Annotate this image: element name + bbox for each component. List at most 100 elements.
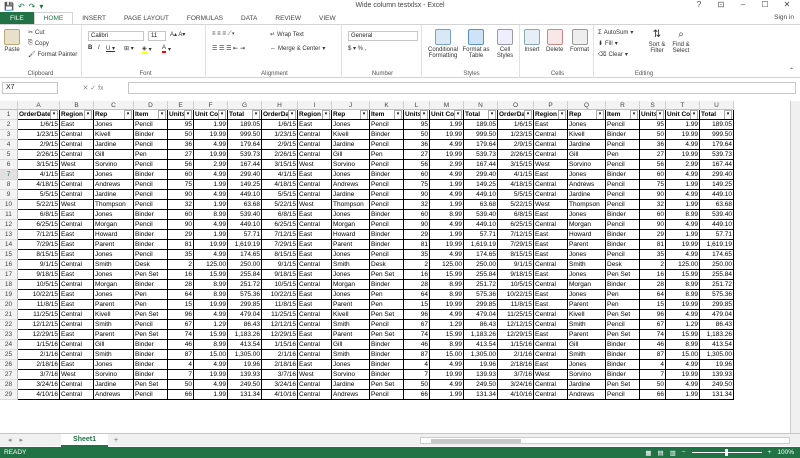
row-header[interactable]: 26 — [0, 360, 18, 370]
font-color-icon[interactable]: A ▾ — [162, 45, 171, 53]
header-cell[interactable]: Region — [534, 110, 568, 120]
data-cell[interactable]: East — [60, 240, 94, 250]
tab-page-layout[interactable]: PAGE LAYOUT — [115, 12, 178, 24]
header-cell[interactable]: Total — [464, 110, 498, 120]
data-cell[interactable]: East — [534, 230, 568, 240]
data-cell[interactable]: Howard — [568, 230, 606, 240]
data-cell[interactable]: Central — [60, 130, 94, 140]
data-cell[interactable]: 96 — [640, 310, 666, 320]
data-cell[interactable]: Parent — [332, 330, 370, 340]
data-cell[interactable]: Pencil — [134, 180, 168, 190]
bold-button[interactable]: B — [88, 45, 92, 51]
zoom-slider[interactable] — [691, 449, 762, 456]
data-cell[interactable]: 63.68 — [700, 200, 734, 210]
data-cell[interactable]: 539.40 — [700, 210, 734, 220]
tab-view[interactable]: VIEW — [310, 12, 345, 24]
conditional-formatting-button[interactable]: Conditional Formatting — [426, 29, 460, 59]
data-cell[interactable]: Central — [534, 320, 568, 330]
number-format-select[interactable]: General — [348, 31, 418, 41]
data-cell[interactable]: Andrews — [568, 180, 606, 190]
data-cell[interactable]: Jones — [332, 290, 370, 300]
data-cell[interactable]: 189.05 — [700, 120, 734, 130]
data-cell[interactable]: Pen Set — [134, 310, 168, 320]
header-cell[interactable]: Rep — [94, 110, 134, 120]
data-cell[interactable]: 5/22/15 — [262, 200, 298, 210]
data-cell[interactable]: 250.00 — [700, 260, 734, 270]
row-header[interactable]: 7 — [0, 170, 18, 180]
row-header[interactable]: 14 — [0, 240, 18, 250]
data-cell[interactable]: 8/15/15 — [498, 250, 534, 260]
data-cell[interactable]: 50 — [168, 130, 194, 140]
data-cell[interactable]: 1,619.19 — [464, 240, 498, 250]
data-cell[interactable]: Sorvino — [94, 370, 134, 380]
data-cell[interactable]: 1/6/15 — [498, 120, 534, 130]
data-cell[interactable]: 167.44 — [228, 160, 262, 170]
data-cell[interactable]: Jardine — [332, 380, 370, 390]
data-cell[interactable]: Pen — [606, 150, 640, 160]
data-cell[interactable]: 95 — [640, 120, 666, 130]
data-cell[interactable]: 189.05 — [464, 120, 498, 130]
name-box[interactable]: X7 — [2, 82, 58, 94]
data-cell[interactable]: 4.99 — [430, 250, 464, 260]
data-cell[interactable]: 9/1/15 — [262, 260, 298, 270]
format-as-table-button[interactable]: Format as Table — [462, 29, 490, 59]
row-header[interactable]: 19 — [0, 290, 18, 300]
row-header[interactable]: 8 — [0, 180, 18, 190]
data-cell[interactable]: Morgan — [332, 280, 370, 290]
data-cell[interactable]: Central — [534, 310, 568, 320]
align-left-icon[interactable]: ☰ ☰ ☰ ⇤ ⇥ — [212, 45, 245, 52]
data-cell[interactable]: Central — [298, 390, 332, 400]
data-cell[interactable]: 87 — [404, 350, 430, 360]
data-cell[interactable]: Central — [534, 380, 568, 390]
data-cell[interactable]: East — [60, 330, 94, 340]
row-header[interactable]: 4 — [0, 140, 18, 150]
data-cell[interactable]: Gill — [332, 150, 370, 160]
data-cell[interactable]: West — [298, 160, 332, 170]
data-cell[interactable]: 299.85 — [700, 300, 734, 310]
data-cell[interactable]: Howard — [332, 230, 370, 240]
data-cell[interactable]: Binder — [370, 210, 404, 220]
data-cell[interactable]: Gill — [94, 340, 134, 350]
data-cell[interactable]: 1.99 — [194, 120, 228, 130]
prev-sheet-icon[interactable]: ◂ — [8, 436, 12, 444]
data-cell[interactable]: 4.99 — [666, 380, 700, 390]
merge-center-button[interactable]: ⇔ Merge & Center ▾ — [270, 45, 325, 53]
data-cell[interactable]: 8.99 — [666, 280, 700, 290]
header-cell[interactable]: Total — [700, 110, 734, 120]
data-cell[interactable]: 1.99 — [666, 180, 700, 190]
data-cell[interactable]: 149.25 — [700, 180, 734, 190]
align-top-icon[interactable]: ≡ ≡ ≡ ⟋▾ — [212, 31, 235, 38]
data-cell[interactable]: West — [60, 160, 94, 170]
data-cell[interactable]: 8.99 — [666, 210, 700, 220]
data-cell[interactable]: Andrews — [94, 390, 134, 400]
data-cell[interactable]: East — [534, 210, 568, 220]
data-cell[interactable]: 95 — [404, 120, 430, 130]
data-cell[interactable]: 3/15/15 — [262, 160, 298, 170]
data-cell[interactable]: 11/8/15 — [498, 300, 534, 310]
data-cell[interactable]: 35 — [404, 250, 430, 260]
data-cell[interactable]: Central — [60, 380, 94, 390]
data-cell[interactable]: 4.99 — [430, 170, 464, 180]
data-cell[interactable]: Smith — [568, 350, 606, 360]
data-cell[interactable]: Binder — [606, 360, 640, 370]
data-cell[interactable]: East — [534, 290, 568, 300]
data-cell[interactable]: Morgan — [332, 220, 370, 230]
data-cell[interactable]: 15.00 — [194, 350, 228, 360]
data-cell[interactable]: 1/15/16 — [262, 340, 298, 350]
data-cell[interactable]: Jones — [568, 270, 606, 280]
data-cell[interactable]: 3/15/15 — [18, 160, 60, 170]
data-cell[interactable]: Gill — [568, 150, 606, 160]
data-cell[interactable]: Desk — [370, 260, 404, 270]
data-cell[interactable]: 131.34 — [228, 390, 262, 400]
row-header[interactable]: 11 — [0, 210, 18, 220]
data-cell[interactable]: 4.99 — [430, 360, 464, 370]
data-cell[interactable]: 32 — [404, 200, 430, 210]
data-cell[interactable]: 1.99 — [666, 390, 700, 400]
data-cell[interactable]: Central — [298, 320, 332, 330]
data-cell[interactable]: 67 — [640, 320, 666, 330]
data-cell[interactable]: 250.00 — [228, 260, 262, 270]
data-cell[interactable]: 255.84 — [464, 270, 498, 280]
data-cell[interactable]: Andrews — [332, 390, 370, 400]
data-cell[interactable]: 4/10/16 — [262, 390, 298, 400]
data-cell[interactable]: Kivell — [568, 130, 606, 140]
